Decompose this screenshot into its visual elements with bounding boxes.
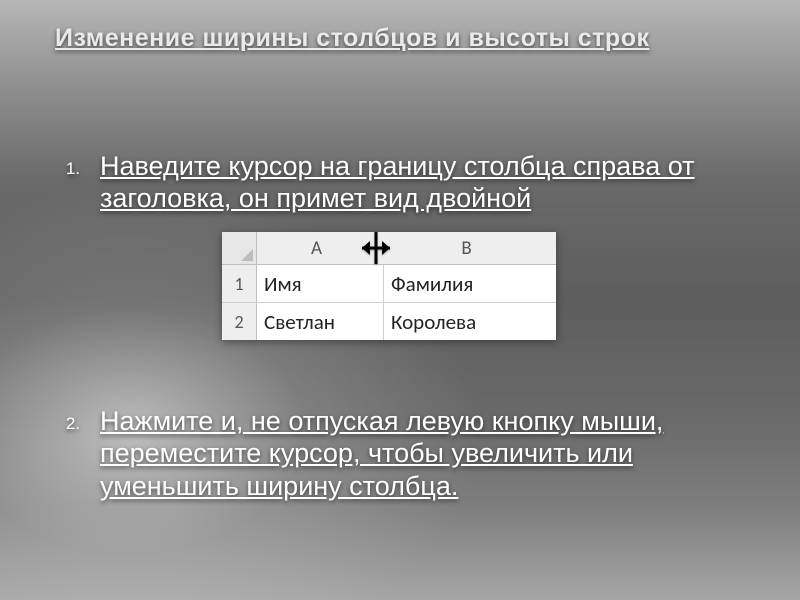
row-header-1: 1 (222, 265, 257, 302)
slide-title: Изменение ширины столбцов и высоты строк (55, 24, 745, 53)
list-item-1: Наведите курсор на границу столбца справ… (100, 150, 750, 215)
column-header-b: B (377, 232, 556, 264)
list-number-1: 1. (45, 159, 80, 179)
list-number-2: 2. (45, 414, 80, 434)
select-all-corner (222, 232, 257, 264)
resize-horizontal-cursor-icon (358, 230, 394, 271)
cell-b1: Фамилия (384, 265, 556, 302)
cell-a2: Светлан (257, 303, 384, 340)
row-header-2: 2 (222, 303, 257, 340)
list-item-2: Нажмите и, не отпуская левую кнопку мыши… (100, 405, 750, 502)
slide: Изменение ширины столбцов и высоты строк… (0, 0, 800, 600)
sheet-row-2: 2 Светлан Королева (222, 303, 556, 340)
cell-b2: Королева (384, 303, 556, 340)
